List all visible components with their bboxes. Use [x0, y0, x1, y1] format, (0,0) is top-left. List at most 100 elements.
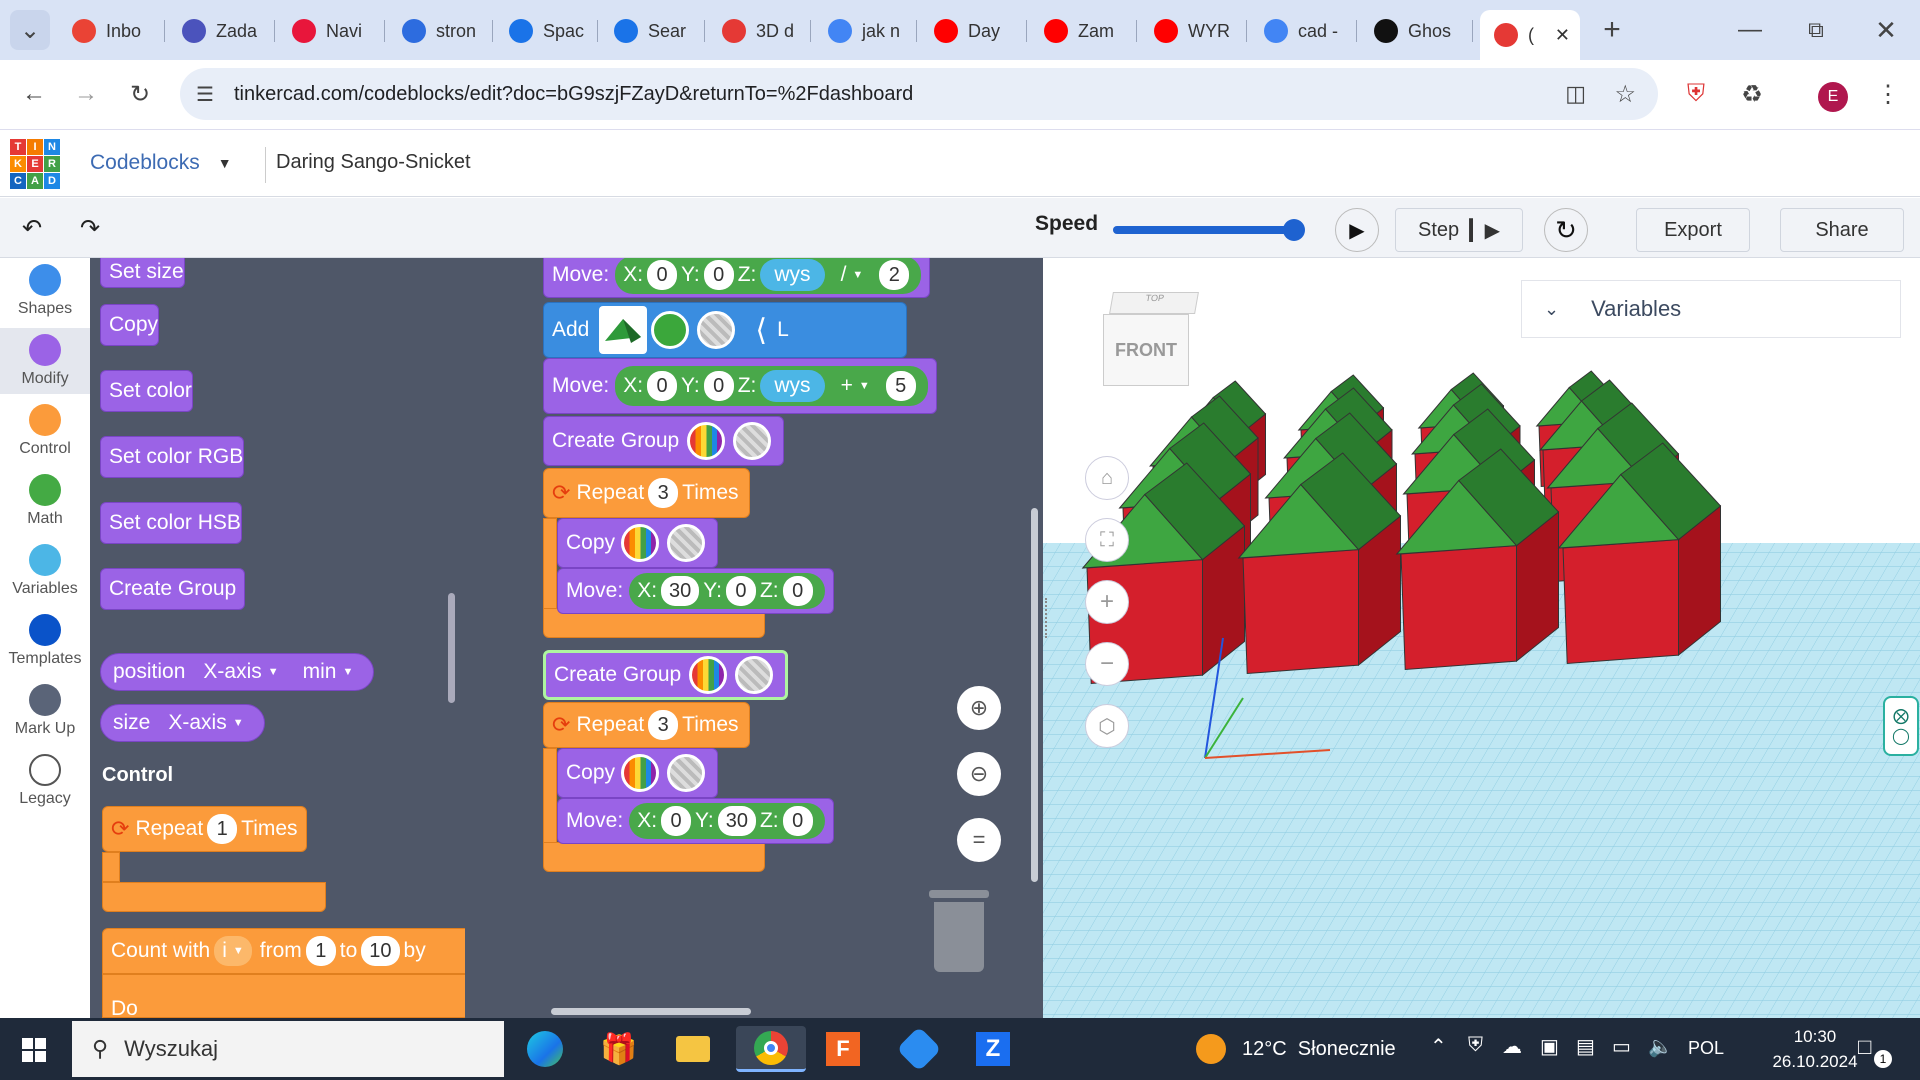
tray-display-icon[interactable]: ▤ — [1576, 1034, 1595, 1059]
tray-shield-icon[interactable]: ⛨ — [1468, 1034, 1483, 1057]
browser-tab[interactable]: stron — [388, 12, 490, 50]
multicolor-swatch[interactable] — [687, 422, 726, 460]
url-text[interactable]: tinkercad.com/codeblocks/edit?doc=bG9szj… — [234, 83, 913, 106]
minimize-icon[interactable]: — — [1730, 10, 1770, 50]
y-input[interactable]: 0 — [703, 260, 734, 290]
mode-selector[interactable]: Codeblocks ▼ — [90, 151, 232, 175]
count-with-block[interactable]: Count with i ▼ from 1 to 10 by Do — [102, 928, 465, 1018]
from-input[interactable]: 1 — [305, 936, 336, 966]
browser-tab[interactable]: 3D d — [708, 12, 808, 50]
browser-tab[interactable]: cad - — [1250, 12, 1354, 50]
reload-icon[interactable]: ↻ — [120, 74, 160, 114]
copy-block[interactable]: Copy — [100, 304, 160, 346]
zoom-in-button[interactable]: ⊕ — [957, 686, 1001, 730]
speed-slider-knob[interactable] — [1282, 219, 1305, 241]
close-window-icon[interactable]: ✕ — [1866, 10, 1906, 50]
palette-scrollbar[interactable] — [448, 593, 455, 703]
zoom-in-view-button[interactable]: + — [1085, 580, 1129, 624]
language-indicator[interactable]: POL — [1688, 1038, 1724, 1059]
size-axis-dropdown[interactable]: X-axis ▼ — [160, 708, 251, 738]
z-input[interactable]: 0 — [782, 806, 813, 836]
speed-slider[interactable] — [1113, 219, 1305, 241]
extensions-puzzle-icon[interactable]: ♻ — [1732, 74, 1772, 114]
move-block[interactable]: Move: X: 0 Y: 0 Z: wys / ▼ 2 — [543, 258, 931, 298]
tray-cloud-icon[interactable]: ☁ — [1502, 1034, 1522, 1059]
set-color-rgb-block[interactable]: Set color RGB — [100, 436, 245, 478]
share-button[interactable]: Share — [1780, 208, 1904, 252]
repeat-count-input[interactable]: 1 — [207, 814, 238, 844]
multicolor-swatch[interactable] — [621, 754, 660, 792]
address-bar[interactable]: ☰ tinkercad.com/codeblocks/edit?doc=bG9s… — [180, 68, 1658, 120]
notification-icon[interactable]: □ — [1858, 1034, 1871, 1060]
view-cube[interactable]: TOP FRONT — [1103, 292, 1199, 392]
hole-toggle[interactable] — [667, 754, 706, 792]
create-group-block[interactable]: Create Group — [543, 416, 785, 466]
zoom-app-icon[interactable]: Z — [970, 1026, 1016, 1072]
create-group-block[interactable]: Create Group — [100, 568, 246, 610]
tray-chevron-icon[interactable]: ⌃ — [1430, 1034, 1447, 1059]
browser-tab[interactable]: Spac — [495, 12, 595, 50]
roof-shape-thumbnail[interactable] — [599, 306, 648, 354]
z-input[interactable]: 0 — [782, 576, 813, 606]
browser-tab[interactable]: Day — [920, 12, 1024, 50]
view-cube-front[interactable]: FRONT — [1103, 314, 1189, 386]
resize-handle[interactable] — [1045, 598, 1051, 638]
category-control[interactable]: Control — [0, 398, 90, 464]
category-math[interactable]: Math — [0, 468, 90, 534]
browser-tab[interactable]: Ghos — [1360, 12, 1470, 50]
bookmark-star-icon[interactable]: ☆ — [1614, 80, 1636, 109]
zoom-reset-button[interactable]: = — [957, 818, 1001, 862]
restore-icon[interactable]: ⧉ — [1796, 10, 1836, 50]
variable-wys[interactable]: wys — [760, 370, 825, 402]
weather-text[interactable]: 12°C Słonecznie — [1242, 1038, 1396, 1061]
variable-wys[interactable]: wys — [760, 259, 825, 291]
step-button[interactable]: Step ▎▶ — [1395, 208, 1523, 252]
browser-tab[interactable]: WYR — [1140, 12, 1244, 50]
y-input[interactable]: 30 — [717, 806, 756, 836]
browser-tab[interactable]: (✕ — [1480, 10, 1580, 60]
move-block[interactable]: Move: X: 30 Y: 0 Z: 0 — [557, 568, 834, 614]
fit-view-button[interactable]: ⛶ — [1085, 518, 1129, 562]
multicolor-swatch[interactable] — [689, 656, 728, 694]
x-input[interactable]: 0 — [647, 260, 678, 290]
to-input[interactable]: 10 — [361, 936, 400, 966]
undo-icon[interactable]: ↶ — [12, 208, 52, 248]
file-explorer-icon[interactable] — [670, 1026, 716, 1072]
chrome-icon[interactable] — [736, 1026, 806, 1072]
position-reporter-block[interactable]: position X-axis ▼ min ▼ — [100, 653, 375, 691]
zoom-out-view-button[interactable]: − — [1085, 642, 1129, 686]
hole-toggle[interactable] — [733, 422, 772, 460]
add-block[interactable]: Add ⟨ L — [543, 302, 907, 358]
browser-tab[interactable]: jak n — [814, 12, 914, 50]
reset-button[interactable]: ↻ — [1544, 208, 1588, 252]
app-diamond-icon[interactable] — [896, 1026, 942, 1072]
x-input[interactable]: 30 — [661, 576, 700, 606]
operator-dropdown[interactable]: + ▼ — [833, 371, 878, 401]
count-var-dropdown[interactable]: i ▼ — [214, 936, 252, 966]
repeat-block[interactable]: ⟳ Repeat 3 Times Copy Move: X: 0 Y: 30 Z: 0 — [543, 702, 873, 872]
size-reporter-block[interactable]: size X-axis ▼ — [100, 704, 265, 742]
profile-avatar[interactable]: E — [1818, 82, 1848, 112]
color-green-swatch[interactable] — [651, 311, 690, 349]
position-mode-dropdown[interactable]: min ▼ — [295, 657, 362, 687]
y-input[interactable]: 0 — [703, 371, 734, 401]
play-button[interactable]: ▶ — [1335, 208, 1379, 252]
edge-icon[interactable] — [522, 1026, 568, 1072]
ortho-view-button[interactable]: ⬡ — [1085, 704, 1129, 748]
set-color-hsb-block[interactable]: Set color HSB — [100, 502, 242, 544]
home-view-button[interactable]: ⌂ — [1085, 456, 1129, 500]
hole-toggle[interactable] — [697, 311, 736, 349]
tray-battery-icon[interactable]: ▭ — [1612, 1034, 1631, 1059]
tab-search-chevron-icon[interactable]: ⌄ — [10, 10, 50, 50]
category-modify[interactable]: Modify — [0, 328, 90, 394]
number-input[interactable]: 2 — [879, 260, 910, 290]
set-size-block[interactable]: Set size — [100, 258, 185, 288]
install-app-icon[interactable]: ◫ — [1565, 81, 1586, 107]
y-input[interactable]: 0 — [725, 576, 756, 606]
repeat-count-input[interactable]: 3 — [648, 710, 679, 740]
hole-toggle[interactable] — [735, 656, 774, 694]
clock[interactable]: 10:30 26.10.2024 — [1760, 1024, 1870, 1074]
category-shapes[interactable]: Shapes — [0, 258, 90, 324]
browser-tab[interactable]: Zada — [168, 12, 272, 50]
tinkercad-logo[interactable]: TIN KER CAD — [10, 139, 60, 189]
